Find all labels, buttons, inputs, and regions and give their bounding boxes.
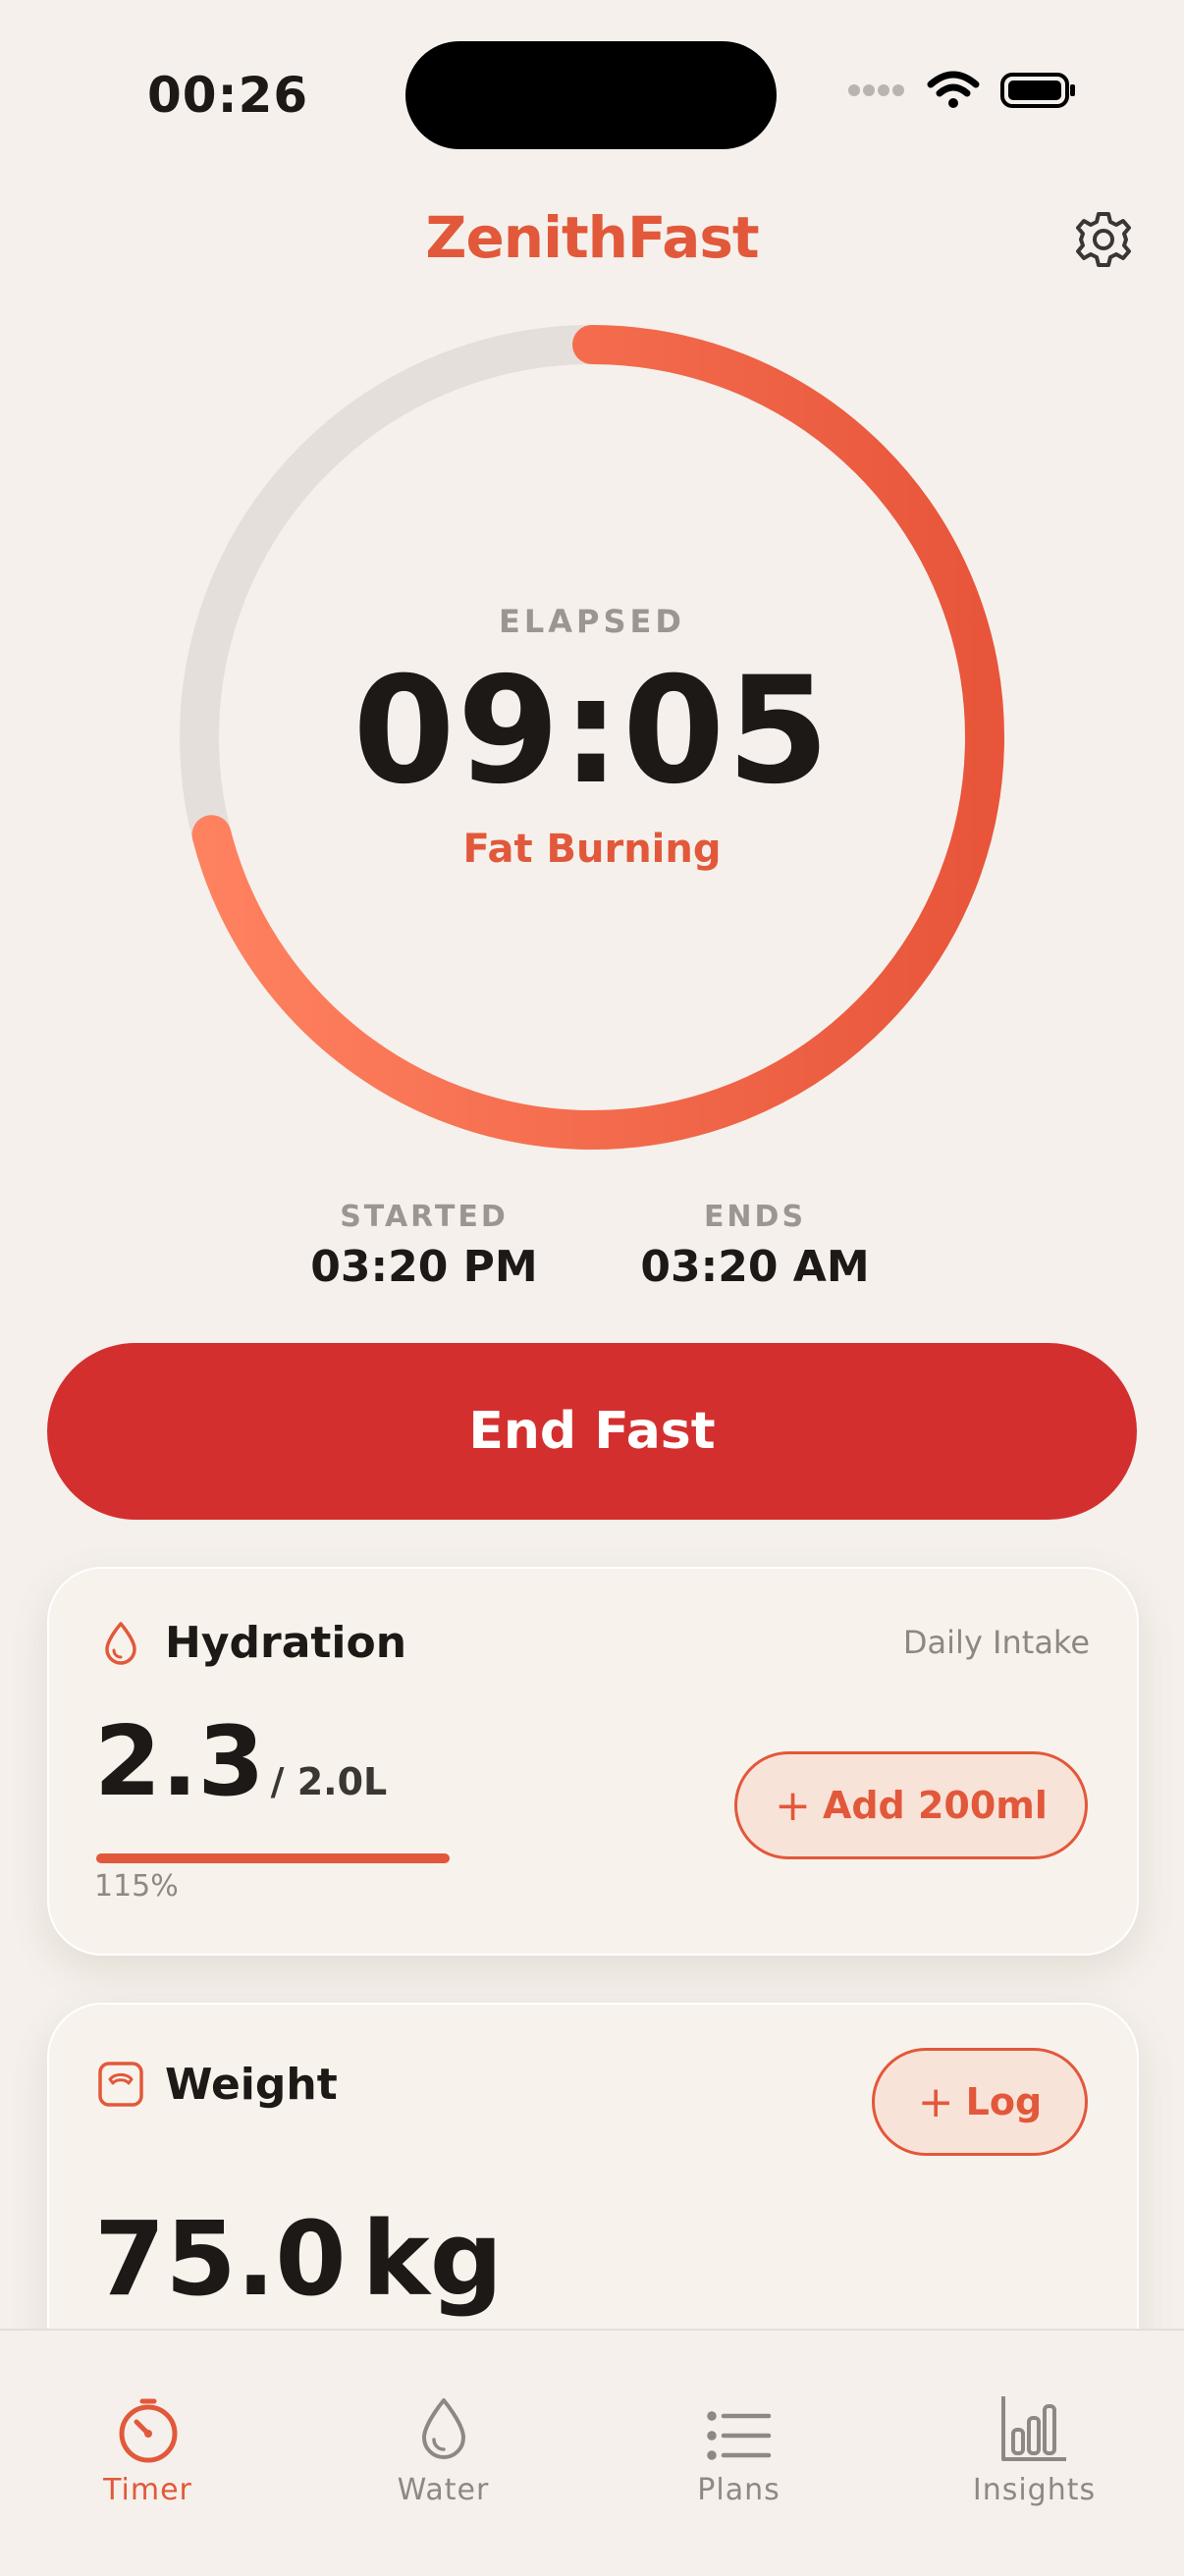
- plus-icon: +: [917, 2076, 954, 2127]
- hydration-amount: 2.3: [94, 1706, 265, 1818]
- hydration-amount-row: 2.3 / 2.0L: [94, 1706, 387, 1818]
- tab-plans[interactable]: Plans: [591, 2331, 887, 2507]
- status-time: 00:26: [147, 67, 309, 124]
- hydration-title: Hydration: [165, 1618, 407, 1668]
- fasting-phase: Fat Burning: [462, 827, 722, 872]
- tab-timer[interactable]: Timer: [0, 2331, 296, 2507]
- started-value: 03:20 PM: [310, 1242, 538, 1292]
- tab-plans-label: Plans: [697, 2473, 780, 2507]
- tab-water[interactable]: Water: [296, 2331, 591, 2507]
- hydration-progress-track: [96, 1853, 450, 1863]
- timer-icon: [119, 2398, 177, 2463]
- weight-unit: kg: [361, 2199, 504, 2319]
- add-water-button[interactable]: + Add 200ml: [734, 1751, 1088, 1859]
- status-icons: [846, 71, 1078, 110]
- hydration-subtitle: Daily Intake: [902, 1624, 1090, 1661]
- log-weight-button[interactable]: + Log: [872, 2048, 1088, 2156]
- battery-icon: [1000, 73, 1075, 108]
- app-title: ZenithFast: [425, 204, 759, 271]
- weight-value-row: 75.0 kg: [94, 2199, 503, 2319]
- tab-insights[interactable]: Insights: [887, 2331, 1182, 2507]
- add-water-label: Add 200ml: [822, 1784, 1048, 1827]
- plus-icon: +: [775, 1780, 811, 1831]
- elapsed-label: ELAPSED: [499, 603, 685, 640]
- hydration-percent: 115%: [94, 1869, 179, 1904]
- hydration-card: Hydration Daily Intake 2.3 / 2.0L 115% +…: [47, 1567, 1139, 1956]
- end-fast-button[interactable]: End Fast: [47, 1343, 1137, 1520]
- water-drop-icon: [105, 1622, 136, 1665]
- water-drop-icon: [421, 2398, 465, 2459]
- ends-value: 03:20 AM: [640, 1242, 870, 1292]
- tab-timer-label: Timer: [103, 2473, 192, 2507]
- tab-insights-label: Insights: [972, 2473, 1097, 2507]
- hydration-progress-fill: [96, 1853, 450, 1863]
- signal-icon: [848, 84, 904, 96]
- elapsed-time: 09:05: [352, 646, 832, 817]
- ends-block: ENDS 03:20 AM: [598, 1200, 912, 1292]
- hydration-goal: / 2.0L: [270, 1760, 388, 1803]
- started-block: STARTED 03:20 PM: [267, 1200, 581, 1292]
- weight-title: Weight: [165, 2060, 338, 2110]
- started-label: STARTED: [340, 1200, 509, 1234]
- list-icon: [706, 2411, 771, 2460]
- tab-water-label: Water: [397, 2473, 490, 2507]
- wifi-icon: [927, 71, 980, 108]
- dynamic-island: [405, 41, 777, 149]
- scale-icon: [98, 2062, 143, 2107]
- bar-chart-icon: [1000, 2396, 1066, 2461]
- tab-bar: Timer Water Plans Insights: [0, 2329, 1184, 2576]
- log-weight-label: Log: [965, 2080, 1043, 2123]
- gear-icon[interactable]: [1072, 208, 1135, 271]
- weight-value: 75.0: [94, 2199, 347, 2319]
- ends-label: ENDS: [703, 1200, 807, 1234]
